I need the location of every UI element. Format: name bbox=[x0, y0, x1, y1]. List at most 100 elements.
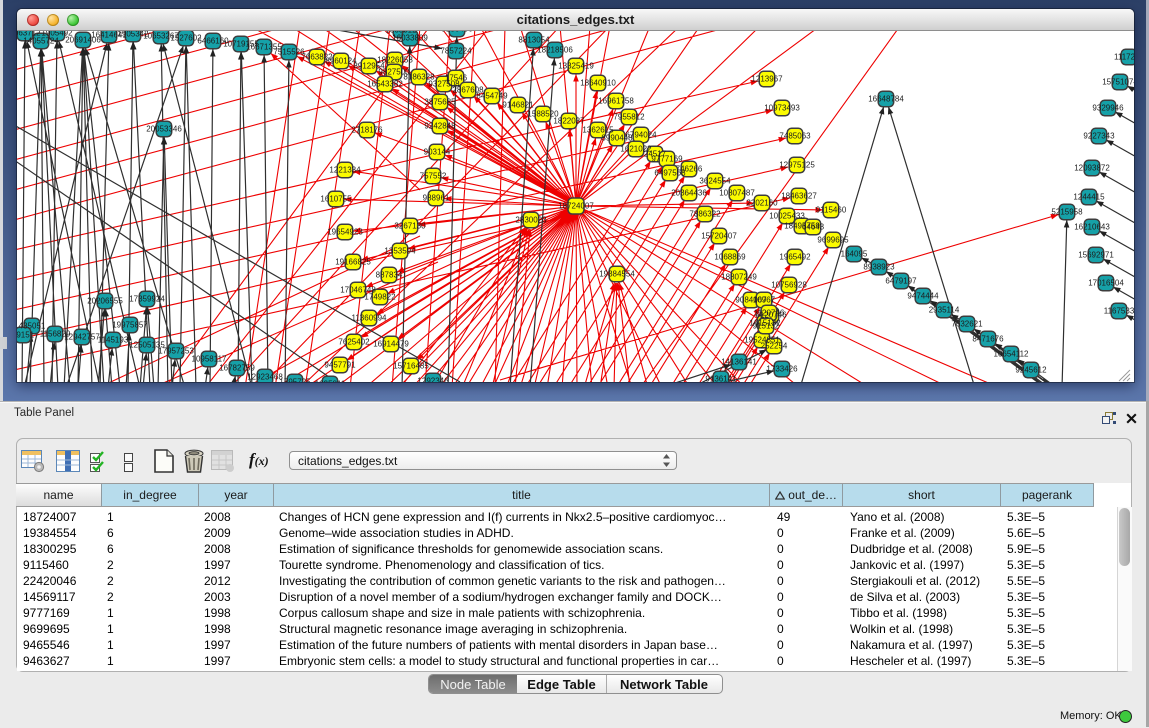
svg-text:1353594: 1353594 bbox=[384, 247, 416, 256]
svg-text:14055724: 14055724 bbox=[23, 37, 59, 46]
svg-text:10756928: 10756928 bbox=[771, 281, 807, 290]
svg-text:9777169: 9777169 bbox=[651, 155, 683, 164]
svg-text:16782759: 16782759 bbox=[219, 364, 255, 373]
svg-text:3875685: 3875685 bbox=[424, 98, 456, 107]
svg-text:8960124: 8960124 bbox=[325, 57, 357, 66]
svg-text:10654112: 10654112 bbox=[994, 350, 1030, 359]
svg-text:988961: 988961 bbox=[423, 194, 450, 203]
svg-text:887834: 887834 bbox=[376, 271, 403, 280]
svg-text:9146821: 9146821 bbox=[502, 101, 534, 110]
svg-text:7625402: 7625402 bbox=[338, 338, 370, 347]
svg-text:9136141: 9136141 bbox=[705, 375, 737, 382]
svg-text:9245612: 9245612 bbox=[1015, 366, 1047, 375]
svg-text:9457791: 9457791 bbox=[324, 361, 356, 370]
svg-text:1965492: 1965492 bbox=[779, 253, 811, 262]
svg-text:15720407: 15720407 bbox=[701, 232, 737, 241]
svg-text:16033809: 16033809 bbox=[392, 34, 428, 43]
svg-text:18226058: 18226058 bbox=[377, 56, 413, 65]
svg-text:15692971: 15692971 bbox=[1078, 251, 1114, 260]
svg-text:3267130: 3267130 bbox=[394, 222, 426, 231]
svg-text:19166825: 19166825 bbox=[335, 258, 371, 267]
svg-text:11360994: 11360994 bbox=[352, 314, 388, 323]
svg-text:20053346: 20053346 bbox=[146, 125, 182, 134]
svg-text:757552: 757552 bbox=[420, 172, 447, 181]
svg-text:15751074: 15751074 bbox=[1102, 78, 1134, 87]
svg-text:7857224: 7857224 bbox=[440, 47, 472, 56]
svg-text:17957253: 17957253 bbox=[158, 347, 194, 356]
svg-text:164095: 164095 bbox=[841, 250, 868, 259]
svg-text:252254: 252254 bbox=[761, 342, 788, 351]
svg-text:1221334: 1221334 bbox=[329, 166, 361, 175]
svg-text:17546: 17546 bbox=[445, 74, 468, 83]
svg-text:9699695: 9699695 bbox=[817, 236, 849, 245]
svg-text:17016504: 17016504 bbox=[1088, 279, 1124, 288]
svg-text:16648784: 16648784 bbox=[868, 95, 904, 104]
svg-text:9242848: 9242848 bbox=[424, 122, 456, 131]
svg-text:8813054: 8813054 bbox=[518, 36, 550, 45]
svg-text:20206555: 20206555 bbox=[87, 297, 123, 306]
svg-text:6794024: 6794024 bbox=[625, 131, 657, 140]
svg-text:915132: 915132 bbox=[753, 322, 780, 331]
svg-text:39151: 39151 bbox=[17, 331, 35, 340]
svg-text:7485063: 7485063 bbox=[779, 132, 811, 141]
svg-text:16543382: 16543382 bbox=[367, 80, 403, 89]
svg-text:18218506: 18218506 bbox=[537, 46, 573, 55]
svg-text:1117207: 1117207 bbox=[1114, 53, 1134, 62]
svg-text:7515526: 7515526 bbox=[273, 48, 305, 57]
svg-text:8938923: 8938923 bbox=[863, 263, 895, 272]
svg-text:6479197: 6479197 bbox=[885, 277, 917, 286]
svg-text:9474444: 9474444 bbox=[907, 292, 939, 301]
svg-text:18463627: 18463627 bbox=[781, 192, 817, 201]
svg-text:1068869: 1068869 bbox=[714, 253, 746, 262]
svg-text:2830023: 2830023 bbox=[515, 216, 547, 225]
svg-text:20364436: 20364436 bbox=[671, 189, 707, 198]
svg-text:1610755: 1610755 bbox=[320, 195, 352, 204]
svg-text:1167533: 1167533 bbox=[1104, 307, 1134, 316]
svg-text:1292346: 1292346 bbox=[417, 377, 449, 382]
svg-text:16210643: 16210643 bbox=[1074, 223, 1110, 232]
svg-text:19975857: 19975857 bbox=[112, 321, 148, 330]
svg-text:903144: 903144 bbox=[424, 148, 451, 157]
svg-text:18724007: 18724007 bbox=[558, 202, 594, 211]
svg-text:12923468: 12923468 bbox=[247, 373, 283, 382]
svg-text:2202160: 2202160 bbox=[746, 199, 778, 208]
svg-text:9329946: 9329946 bbox=[1092, 104, 1124, 113]
svg-text:16914479: 16914479 bbox=[373, 340, 409, 349]
svg-text:10807487: 10807487 bbox=[719, 189, 755, 198]
svg-text:15716485: 15716485 bbox=[393, 362, 429, 371]
svg-text:10025433: 10025433 bbox=[769, 212, 805, 221]
svg-text:1213967: 1213967 bbox=[751, 75, 783, 84]
svg-text:7632621: 7632621 bbox=[951, 320, 983, 329]
svg-text:12975125: 12975125 bbox=[779, 161, 815, 170]
svg-text:17359924: 17359924 bbox=[129, 295, 165, 304]
svg-text:12093872: 12093872 bbox=[1074, 164, 1110, 173]
svg-text:10967: 10967 bbox=[753, 296, 776, 305]
svg-text:8471676: 8471676 bbox=[972, 335, 1004, 344]
svg-text:64643: 64643 bbox=[802, 223, 825, 232]
svg-text:1145193: 1145193 bbox=[98, 336, 129, 345]
svg-text:1749822: 1749822 bbox=[364, 293, 396, 302]
svg-text:12942757: 12942757 bbox=[64, 333, 100, 342]
svg-text:16961758: 16961758 bbox=[598, 97, 634, 106]
svg-text:18807249: 18807249 bbox=[721, 273, 757, 282]
svg-text:2718176: 2718176 bbox=[351, 126, 383, 135]
svg-text:746266: 746266 bbox=[676, 165, 703, 174]
svg-text:19654923: 19654923 bbox=[327, 228, 363, 237]
svg-text:5215958: 5215958 bbox=[1051, 208, 1083, 217]
svg-text:9136486: 9136486 bbox=[441, 31, 473, 34]
svg-text:1095811: 1095811 bbox=[315, 380, 346, 382]
svg-text:3624554: 3624554 bbox=[699, 177, 731, 186]
svg-text:9227343: 9227343 bbox=[1083, 132, 1115, 141]
svg-text:1795725: 1795725 bbox=[279, 378, 311, 382]
svg-text:9115460: 9115460 bbox=[816, 206, 847, 215]
svg-text:8454749: 8454749 bbox=[476, 92, 508, 101]
svg-text:19384554: 19384554 bbox=[599, 270, 635, 279]
svg-text:7886322: 7886322 bbox=[689, 210, 721, 219]
svg-text:10958117: 10958117 bbox=[192, 355, 228, 364]
svg-text:13325419: 13325419 bbox=[558, 62, 594, 71]
svg-text:1733426: 1733426 bbox=[766, 365, 798, 374]
svg-text:2935114: 2935114 bbox=[929, 306, 960, 315]
svg-text:7955812: 7955812 bbox=[613, 113, 645, 122]
svg-text:1244415: 1244415 bbox=[1073, 193, 1105, 202]
svg-text:10973493: 10973493 bbox=[764, 104, 800, 113]
